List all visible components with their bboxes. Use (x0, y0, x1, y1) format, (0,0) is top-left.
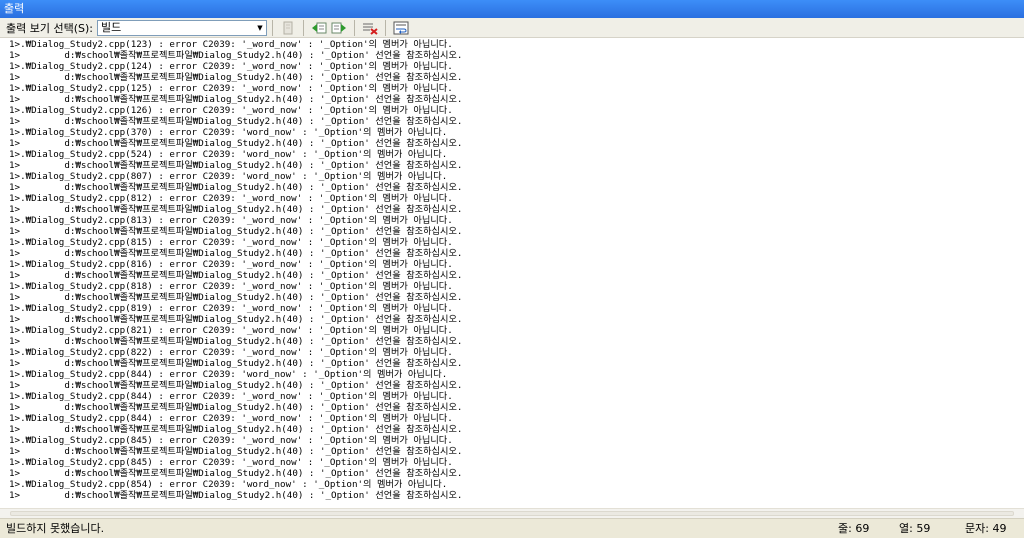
output-line: 1>.₩Dialog_Study2.cpp(819) : error C2039… (9, 303, 453, 314)
toolbar-separator (271, 19, 273, 36)
output-line: 1>.₩Dialog_Study2.cpp(816) : error C2039… (9, 259, 453, 270)
status-char-number: 문자: 49 (965, 522, 1007, 535)
output-line: 1>.₩Dialog_Study2.cpp(845) : error C2039… (9, 457, 453, 468)
output-line: 1> d:₩school₩졸작₩프로젝트파일₩Dialog_Study2.h(4… (9, 226, 463, 237)
output-line: 1>.₩Dialog_Study2.cpp(854) : error C2039… (9, 479, 448, 490)
status-bar: 빌드하지 못했습니다. 줄: 69 열: 59 문자: 49 (0, 518, 1024, 538)
output-line: 1> d:₩school₩졸작₩프로젝트파일₩Dialog_Study2.h(4… (9, 314, 463, 325)
output-line: 1>.₩Dialog_Study2.cpp(124) : error C2039… (9, 61, 453, 72)
output-line: 1>.₩Dialog_Study2.cpp(845) : error C2039… (9, 435, 453, 446)
status-column-number: 열: 59 (899, 522, 931, 535)
output-line: 1>.₩Dialog_Study2.cpp(524) : error C2039… (9, 149, 448, 160)
output-line: 1> d:₩school₩졸작₩프로젝트파일₩Dialog_Study2.h(4… (9, 292, 463, 303)
output-toolbar: 출력 보기 선택(S): 빌드 ▼ (0, 18, 1024, 38)
output-text-area[interactable]: 1>.₩Dialog_Study2.cpp(123) : error C2039… (0, 38, 1024, 508)
output-line: 1>.₩Dialog_Study2.cpp(125) : error C2039… (9, 83, 453, 94)
output-line: 1> d:₩school₩졸작₩프로젝트파일₩Dialog_Study2.h(4… (9, 380, 463, 391)
prev-message-icon (311, 22, 327, 33)
output-line: 1> d:₩school₩졸작₩프로젝트파일₩Dialog_Study2.h(4… (9, 490, 463, 501)
output-line: 1>.₩Dialog_Study2.cpp(123) : error C2039… (9, 39, 453, 50)
output-line: 1> d:₩school₩졸작₩프로젝트파일₩Dialog_Study2.h(4… (9, 182, 463, 193)
output-line: 1>.₩Dialog_Study2.cpp(844) : error C2039… (9, 369, 448, 380)
status-line-number: 줄: 69 (838, 522, 870, 535)
scrollbar-thumb[interactable] (10, 511, 1014, 516)
output-line: 1>.₩Dialog_Study2.cpp(807) : error C2039… (9, 171, 448, 182)
output-line: 1> d:₩school₩졸작₩프로젝트파일₩Dialog_Study2.h(4… (9, 248, 463, 259)
output-line: 1> d:₩school₩졸작₩프로젝트파일₩Dialog_Study2.h(4… (9, 424, 463, 435)
output-line: 1>.₩Dialog_Study2.cpp(370) : error C2039… (9, 127, 448, 138)
output-line: 1>.₩Dialog_Study2.cpp(126) : error C2039… (9, 105, 453, 116)
output-line: 1> d:₩school₩졸작₩프로젝트파일₩Dialog_Study2.h(4… (9, 138, 463, 149)
page-icon (283, 21, 293, 34)
output-line: 1> d:₩school₩졸작₩프로젝트파일₩Dialog_Study2.h(4… (9, 446, 463, 457)
prev-message-button[interactable] (309, 19, 329, 37)
output-line: 1> d:₩school₩졸작₩프로젝트파일₩Dialog_Study2.h(4… (9, 116, 463, 127)
status-message: 빌드하지 못했습니다. (6, 522, 105, 535)
output-line: 1> d:₩school₩졸작₩프로젝트파일₩Dialog_Study2.h(4… (9, 270, 463, 281)
chevron-down-icon[interactable]: ▼ (254, 21, 266, 35)
output-line: 1> d:₩school₩졸작₩프로젝트파일₩Dialog_Study2.h(4… (9, 204, 463, 215)
clear-all-button[interactable] (360, 19, 380, 37)
clear-all-icon (362, 23, 378, 35)
horizontal-scrollbar[interactable] (0, 508, 1024, 518)
output-line: 1> d:₩school₩졸작₩프로젝트파일₩Dialog_Study2.h(4… (9, 94, 463, 105)
output-line: 1>.₩Dialog_Study2.cpp(818) : error C2039… (9, 281, 453, 292)
word-wrap-button[interactable] (391, 19, 411, 37)
output-line: 1>.₩Dialog_Study2.cpp(822) : error C2039… (9, 347, 453, 358)
toolbar-separator (302, 19, 304, 36)
word-wrap-icon (393, 21, 409, 34)
output-line: 1> d:₩school₩졸작₩프로젝트파일₩Dialog_Study2.h(4… (9, 468, 463, 479)
page-button[interactable] (278, 19, 298, 37)
toolbar-separator (384, 19, 386, 36)
next-message-button[interactable] (329, 19, 349, 37)
output-source-select[interactable]: 빌드 ▼ (96, 19, 267, 36)
output-line: 1> d:₩school₩졸작₩프로젝트파일₩Dialog_Study2.h(4… (9, 358, 463, 369)
output-line: 1> d:₩school₩졸작₩프로젝트파일₩Dialog_Study2.h(4… (9, 402, 463, 413)
output-line: 1>.₩Dialog_Study2.cpp(812) : error C2039… (9, 193, 453, 204)
output-line: 1> d:₩school₩졸작₩프로젝트파일₩Dialog_Study2.h(4… (9, 160, 463, 171)
output-line: 1> d:₩school₩졸작₩프로젝트파일₩Dialog_Study2.h(4… (9, 72, 463, 83)
output-line: 1>.₩Dialog_Study2.cpp(813) : error C2039… (9, 215, 453, 226)
output-line: 1> d:₩school₩졸작₩프로젝트파일₩Dialog_Study2.h(4… (9, 336, 463, 347)
output-source-value: 빌드 (100, 20, 122, 34)
output-line: 1> d:₩school₩졸작₩프로젝트파일₩Dialog_Study2.h(4… (9, 50, 463, 61)
toolbar-separator (353, 19, 355, 36)
output-line: 1>.₩Dialog_Study2.cpp(815) : error C2039… (9, 237, 453, 248)
output-line: 1>.₩Dialog_Study2.cpp(844) : error C2039… (9, 391, 453, 402)
next-message-icon (331, 22, 346, 33)
output-line: 1>.₩Dialog_Study2.cpp(821) : error C2039… (9, 325, 453, 336)
output-window-title: 출력 (0, 0, 1024, 18)
show-output-from-label: 출력 보기 선택(S): (6, 21, 93, 35)
output-line: 1>.₩Dialog_Study2.cpp(844) : error C2039… (9, 413, 453, 424)
